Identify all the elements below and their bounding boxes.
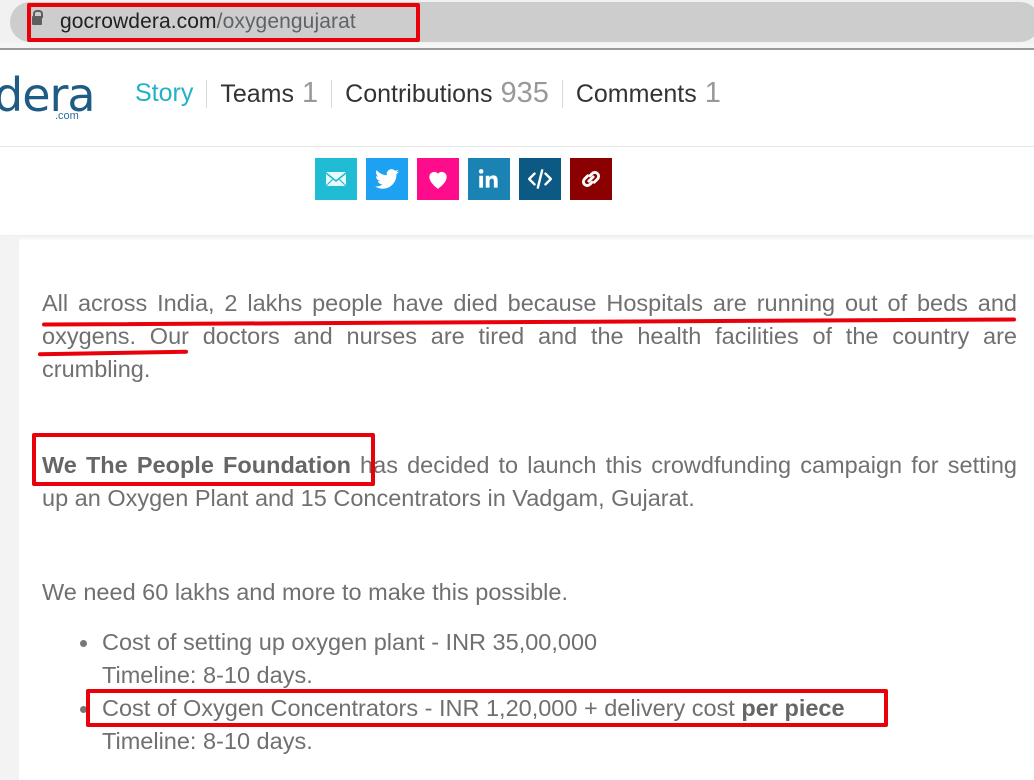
share-embed-button[interactable] [519,158,561,200]
left-gutter [0,236,19,780]
story-paragraph-intro: All across India, 2 lakhs people have di… [42,290,1017,382]
tab-story-label: Story [135,79,194,107]
cost-item: Cost of setting up oxygen plant - INR 35… [80,626,845,692]
tab-teams[interactable]: Teams 1 [220,77,318,110]
code-icon [527,169,553,189]
share-linkedin-button[interactable] [468,158,510,200]
share-buttons [315,158,612,200]
cost-item-timeline: Timeline: 8-10 days. [102,728,313,754]
share-twitter-button[interactable] [366,158,408,200]
linkedin-icon [478,169,498,188]
annotation-concentrator-box [86,689,888,727]
tab-teams-label: Teams [220,80,294,108]
tab-contributions[interactable]: Contributions 935 [345,77,549,110]
link-icon [581,171,601,187]
cost-item-line: Cost of setting up oxygen plant - INR 35… [102,626,845,659]
tab-divider [206,79,208,108]
tab-comments[interactable]: Comments 1 [576,77,721,110]
cost-item-timeline: Timeline: 8-10 days. [102,662,313,688]
annotation-url-box [27,3,420,42]
tab-story[interactable]: Story [135,79,193,108]
teams-count: 1 [302,77,319,109]
logo-suffix: .com [55,110,79,122]
site-header: dera .com Story Teams 1 Contributions 935 … [0,50,1034,147]
tab-divider [561,79,563,108]
contributions-count: 935 [500,77,549,109]
annotation-foundation-box [32,433,375,486]
share-copy-link-button[interactable] [570,158,612,200]
comments-count: 1 [704,77,721,109]
twitter-bird-icon [375,169,399,189]
tab-contributions-label: Contributions [345,80,493,108]
cost-description: Cost of setting up oxygen plant - INR 35… [102,629,598,655]
story-paragraph-goal: We need 60 lakhs and more to make this p… [42,579,568,605]
crowdera-logo[interactable]: dera [0,68,96,122]
heart-icon [429,171,447,189]
bullet [80,640,87,647]
tab-comments-label: Comments [575,80,697,108]
share-email-button[interactable] [315,158,357,200]
share-favorite-button[interactable] [417,158,459,200]
tab-divider [331,79,333,108]
campaign-tabs: Story Teams 1 Contributions 935 Comments 1 [135,77,721,110]
envelope-icon [325,172,347,187]
share-bar [0,147,1034,235]
